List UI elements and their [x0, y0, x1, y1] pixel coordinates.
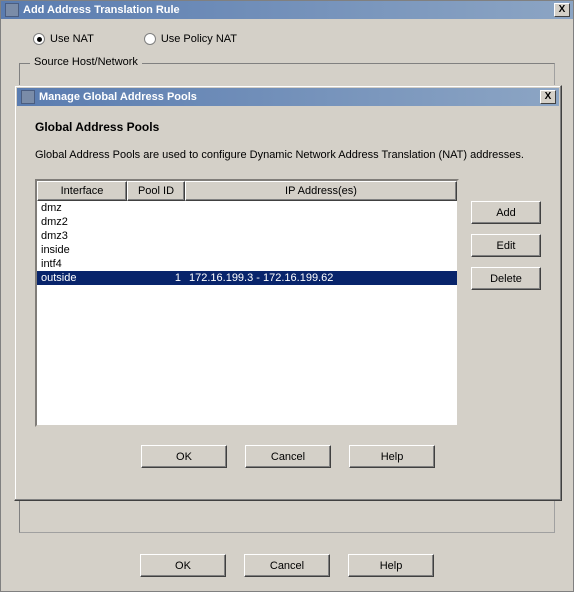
cell-interface: dmz2	[37, 215, 127, 229]
column-header-interface[interactable]: Interface	[37, 181, 127, 201]
front-body: Global Address Pools Global Address Pool…	[15, 108, 561, 480]
cell-pool-id	[127, 257, 185, 271]
back-window-title: Add Address Translation Rule	[23, 4, 554, 16]
cell-interface: dmz3	[37, 229, 127, 243]
help-button[interactable]: Help	[348, 554, 434, 577]
cell-ip	[185, 201, 457, 215]
dialog-heading: Global Address Pools	[35, 120, 541, 134]
use-nat-radio[interactable]: Use NAT	[33, 33, 94, 45]
cancel-button[interactable]: Cancel	[244, 554, 330, 577]
cell-ip	[185, 257, 457, 271]
front-button-row: OK Cancel Help	[35, 445, 541, 468]
column-header-pool-id[interactable]: Pool ID	[127, 181, 185, 201]
cancel-button[interactable]: Cancel	[245, 445, 331, 468]
table-row[interactable]: inside	[37, 243, 457, 257]
cell-interface: dmz	[37, 201, 127, 215]
table-row[interactable]: dmz3	[37, 229, 457, 243]
radio-icon	[33, 33, 45, 45]
ok-button[interactable]: OK	[141, 445, 227, 468]
use-policy-nat-radio[interactable]: Use Policy NAT	[144, 33, 237, 45]
cell-interface: inside	[37, 243, 127, 257]
table-row[interactable]: dmz2	[37, 215, 457, 229]
column-header-ip[interactable]: IP Address(es)	[185, 181, 457, 201]
app-icon	[21, 90, 35, 104]
cell-ip	[185, 215, 457, 229]
close-button[interactable]: X	[540, 90, 556, 104]
edit-button[interactable]: Edit	[471, 234, 541, 257]
app-icon	[5, 3, 19, 17]
cell-interface: intf4	[37, 257, 127, 271]
cell-pool-id	[127, 201, 185, 215]
front-titlebar: Manage Global Address Pools X	[17, 88, 559, 106]
cell-ip	[185, 229, 457, 243]
back-titlebar: Add Address Translation Rule X	[1, 1, 573, 19]
cell-ip	[185, 243, 457, 257]
table-row[interactable]: dmz	[37, 201, 457, 215]
front-window-title: Manage Global Address Pools	[39, 91, 540, 103]
dialog-description: Global Address Pools are used to configu…	[35, 148, 541, 163]
cell-pool-id	[127, 215, 185, 229]
fieldset-legend: Source Host/Network	[30, 56, 142, 68]
cell-ip: 172.16.199.3 - 172.16.199.62	[185, 271, 457, 285]
add-button[interactable]: Add	[471, 201, 541, 224]
table-body: dmzdmz2dmz3insideintf4outside1172.16.199…	[37, 201, 457, 285]
cell-pool-id: 1	[127, 271, 185, 285]
table-row[interactable]: intf4	[37, 257, 457, 271]
table-area: Interface Pool ID IP Address(es) dmzdmz2…	[35, 179, 541, 427]
back-button-row: OK Cancel Help	[1, 554, 573, 577]
close-button[interactable]: X	[554, 3, 570, 17]
radio-icon	[144, 33, 156, 45]
address-pools-table: Interface Pool ID IP Address(es) dmzdmz2…	[35, 179, 459, 427]
radio-label: Use NAT	[50, 33, 94, 45]
ok-button[interactable]: OK	[140, 554, 226, 577]
delete-button[interactable]: Delete	[471, 267, 541, 290]
cell-interface: outside	[37, 271, 127, 285]
table-header: Interface Pool ID IP Address(es)	[37, 181, 457, 201]
radio-label: Use Policy NAT	[161, 33, 237, 45]
help-button[interactable]: Help	[349, 445, 435, 468]
manage-global-pools-dialog: Manage Global Address Pools X Global Add…	[14, 85, 562, 501]
side-button-column: Add Edit Delete	[471, 179, 541, 427]
cell-pool-id	[127, 229, 185, 243]
table-row[interactable]: outside1172.16.199.3 - 172.16.199.62	[37, 271, 457, 285]
cell-pool-id	[127, 243, 185, 257]
nat-radio-group: Use NAT Use Policy NAT	[33, 33, 555, 45]
